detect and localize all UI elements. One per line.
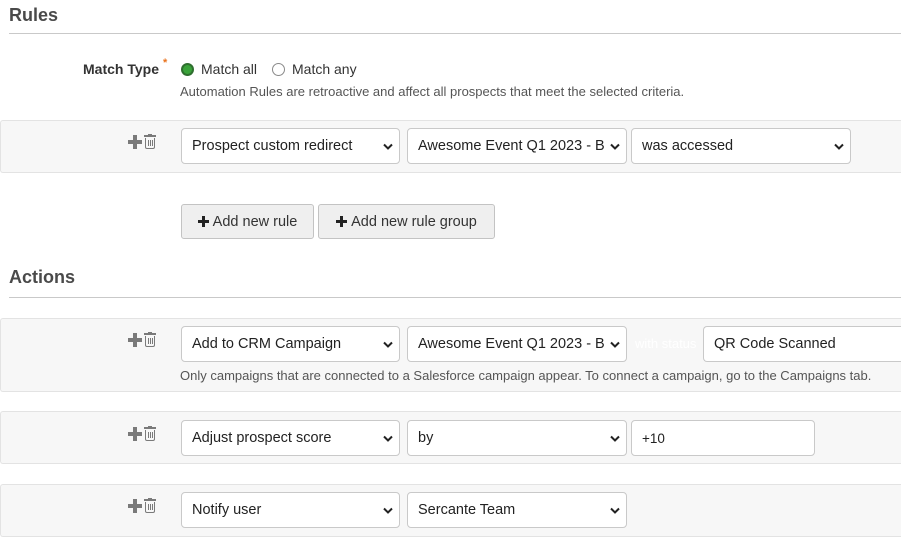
notify-user-select[interactable]: Sercante Team (407, 492, 627, 528)
rule-criteria-select[interactable]: Prospect custom redirect (181, 128, 400, 164)
crm-campaign-help: Only campaigns that are connected to a S… (180, 368, 872, 383)
trash-icon[interactable] (144, 332, 156, 347)
plus-icon[interactable] (128, 134, 142, 149)
plus-icon (336, 216, 348, 227)
rule-target-select[interactable]: Awesome Event Q1 2023 - B (407, 128, 627, 164)
action-type-select[interactable]: Notify user (181, 492, 400, 528)
required-indicator: * (163, 57, 168, 69)
action-row-controls (128, 426, 156, 441)
rules-divider (9, 33, 901, 34)
rule-row-controls (128, 134, 156, 149)
score-value-input[interactable]: +10 (631, 420, 815, 456)
campaign-select[interactable]: Awesome Event Q1 2023 - B (407, 326, 627, 362)
radio-selected-icon[interactable] (181, 62, 194, 76)
chevron-down-icon (377, 493, 399, 527)
chevron-down-icon (604, 327, 626, 361)
action-row-controls (128, 498, 156, 513)
radio-unselected-icon[interactable] (272, 62, 285, 76)
rules-heading: Rules (9, 5, 59, 25)
trash-icon[interactable] (144, 498, 156, 513)
trash-icon[interactable] (144, 426, 156, 441)
campaign-status-input[interactable]: QR Code Scanned (703, 326, 901, 362)
chevron-down-icon (604, 129, 626, 163)
match-any-radio[interactable]: Match any (272, 61, 357, 77)
plus-icon[interactable] (128, 498, 142, 513)
chevron-down-icon (604, 421, 626, 455)
plus-icon[interactable] (128, 332, 142, 347)
match-any-label: Match any (292, 61, 357, 77)
add-new-rule-button[interactable]: Add new rule (181, 204, 314, 239)
plus-icon (197, 216, 209, 227)
match-all-label: Match all (201, 61, 258, 77)
match-type-label: Match Type (83, 61, 159, 77)
action-row-controls (128, 332, 156, 347)
rule-condition-select[interactable]: was accessed (631, 128, 851, 164)
chevron-down-icon (377, 327, 399, 361)
trash-icon[interactable] (144, 134, 156, 149)
actions-divider (9, 297, 901, 298)
plus-icon[interactable] (128, 426, 142, 441)
chevron-down-icon (604, 493, 626, 527)
chevron-down-icon (377, 421, 399, 455)
match-all-radio[interactable]: Match all (181, 61, 257, 77)
action-type-select[interactable]: Adjust prospect score (181, 420, 400, 456)
score-operator-select[interactable]: by (407, 420, 627, 456)
chevron-down-icon (377, 129, 399, 163)
with-status-label: with status (635, 336, 697, 351)
match-type-help: Automation Rules are retroactive and aff… (180, 84, 685, 99)
chevron-down-icon (828, 129, 850, 163)
add-new-rule-group-button[interactable]: Add new rule group (318, 204, 495, 239)
actions-heading: Actions (9, 267, 76, 287)
action-type-select[interactable]: Add to CRM Campaign (181, 326, 400, 362)
